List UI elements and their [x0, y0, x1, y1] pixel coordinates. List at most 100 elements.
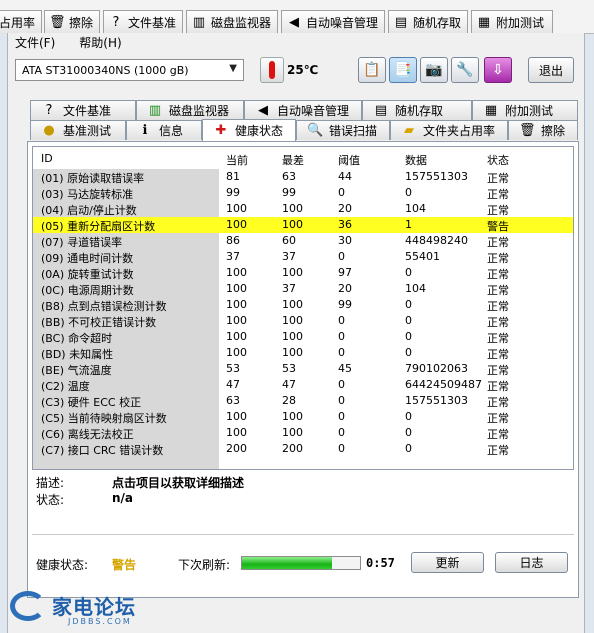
download-button[interactable]: ⇩	[484, 57, 512, 83]
attr-raw-data: 0	[405, 186, 412, 199]
smart-table[interactable]: ID 当前 最差 阈值 数据 状态 (01) 原始读取错误率 81 63 44 1575…	[32, 146, 574, 470]
attr-current: 53	[226, 362, 240, 375]
header-worst[interactable]: 最差	[282, 152, 304, 168]
outer-tab-aam[interactable]: ◀ 自动噪音管理	[281, 10, 385, 34]
exit-button[interactable]: 退出	[528, 57, 574, 83]
table-row[interactable]: (03) 马达旋转标准 99 99 0 0 正常	[33, 185, 573, 201]
outer-tab-label: 随机存取	[413, 16, 462, 30]
table-row[interactable]: (BE) 气流温度 53 53 45 790102063 正常	[33, 361, 573, 377]
clipboard-icon: 📑	[394, 62, 412, 78]
watermark-title: 家电论坛	[52, 595, 136, 619]
outer-tab-label: 占用率	[0, 16, 36, 30]
attr-status: 正常	[487, 444, 509, 457]
copy-button[interactable]: 📋	[358, 57, 386, 83]
thermometer-icon	[260, 57, 284, 83]
attr-name: (BC) 命令超时	[41, 332, 113, 345]
tab-health[interactable]: ✚ 健康状态	[202, 119, 296, 141]
table-row[interactable]: (C7) 接口 CRC 错误计数 200 200 0 0 正常	[33, 441, 573, 457]
table-row[interactable]: (0C) 电源周期计数 100 37 20 104 正常	[33, 281, 573, 297]
header-data[interactable]: 数据	[405, 152, 427, 168]
header-id[interactable]: ID	[41, 152, 53, 165]
tab-disk-monitor[interactable]: ▥ 磁盘监视器	[136, 100, 244, 120]
attr-current: 100	[226, 298, 247, 311]
tab-info[interactable]: ℹ 信息	[126, 120, 202, 140]
attr-worst: 47	[282, 378, 296, 391]
outer-tab-random-access[interactable]: ▤ 随机存取	[388, 10, 468, 34]
outer-tab-label: 附加测试	[496, 16, 545, 30]
table-row[interactable]: (BB) 不可校正错误计数 100 100 0 0 正常	[33, 313, 573, 329]
attr-raw-data: 0	[405, 330, 412, 343]
drive-select[interactable]: ATA ST31000340NS (1000 gB) ▼	[15, 59, 244, 81]
attr-name: (C7) 接口 CRC 错误计数	[41, 444, 164, 457]
attr-threshold: 0	[338, 250, 345, 263]
info-icon: ℹ	[142, 123, 148, 138]
table-row[interactable]: (07) 寻道错误率 86 60 30 448498240 正常	[33, 233, 573, 249]
header-threshold[interactable]: 阈值	[338, 152, 360, 168]
health-cross-icon: ✚	[215, 123, 227, 138]
refresh-progress-bar	[241, 556, 361, 570]
benchmark-icon: ●	[43, 123, 55, 138]
tab-error-scan[interactable]: 🔍 错误扫描	[296, 120, 390, 140]
outer-tab-file-benchmark[interactable]: ? 文件基准	[103, 10, 183, 34]
table-row[interactable]: (09) 通电时间计数 37 37 0 55401 正常	[33, 249, 573, 265]
attr-worst: 100	[282, 314, 303, 327]
description-value: 点击项目以获取详细描述	[112, 476, 245, 490]
header-status[interactable]: 状态	[487, 152, 509, 168]
table-row[interactable]: (05) 重新分配扇区计数 100 100 36 1 警告	[33, 217, 573, 233]
log-button[interactable]: 日志	[495, 552, 568, 573]
attr-worst: 99	[282, 186, 296, 199]
outer-tab-usage[interactable]: 占用率	[0, 10, 42, 34]
tab-file-benchmark[interactable]: ? 文件基准	[30, 100, 136, 120]
table-row[interactable]: (01) 原始读取错误率 81 63 44 157551303 正常	[33, 169, 573, 185]
outer-tab-label: 磁盘监视器	[211, 16, 272, 30]
table-row[interactable]: (C2) 温度 47 47 0 64424509487 正常	[33, 377, 573, 393]
file-benchmark-icon: ?	[112, 15, 120, 30]
description-label: 描述:	[36, 476, 65, 490]
outer-tab-extra-tests[interactable]: ▦ 附加测试	[471, 10, 553, 34]
attr-name: (01) 原始读取错误率	[41, 172, 145, 185]
outer-tab-disk-monitor[interactable]: ▥ 磁盘监视器	[186, 10, 278, 34]
menu-file[interactable]: 文件(F)	[15, 34, 55, 51]
attr-status: 正常	[487, 316, 509, 329]
outer-tab-erase[interactable]: 🗑 擦除	[44, 10, 100, 34]
attr-name: (04) 启动/停止计数	[41, 204, 137, 217]
attr-name: (BD) 未知属性	[41, 348, 114, 361]
attr-name: (C3) 硬件 ECC 校正	[41, 396, 142, 409]
attr-threshold: 20	[338, 202, 352, 215]
attr-worst: 37	[282, 282, 296, 295]
attr-worst: 37	[282, 250, 296, 263]
attr-threshold: 0	[338, 426, 345, 439]
table-row[interactable]: (04) 启动/停止计数 100 100 20 104 正常	[33, 201, 573, 217]
attr-current: 37	[226, 250, 240, 263]
options-button[interactable]: 🔧	[451, 57, 479, 83]
tab-row-top: ? 文件基准 ▥ 磁盘监视器 ◀ 自动噪音管理 ▤ 随机存取 ▦ 附加测试	[30, 100, 578, 120]
table-row[interactable]: (B8) 点到点错误检测计数 100 100 99 0 正常	[33, 297, 573, 313]
table-row[interactable]: (C3) 硬件 ECC 校正 63 28 0 157551303 正常	[33, 393, 573, 409]
outer-tab-label: 擦除	[69, 16, 94, 30]
table-row[interactable]: (BC) 命令超时 100 100 0 0 正常	[33, 329, 573, 345]
update-button[interactable]: 更新	[411, 552, 484, 573]
attr-current: 99	[226, 186, 240, 199]
copy-info-button[interactable]: 📑	[389, 57, 417, 83]
table-row[interactable]: (C5) 当前待映射扇区计数 100 100 0 0 正常	[33, 409, 573, 425]
tab-label: 随机存取	[395, 104, 444, 118]
tab-benchmark[interactable]: ● 基准测试	[30, 120, 126, 140]
screenshot-button[interactable]: 📷	[420, 57, 448, 83]
wrench-icon: 🔧	[456, 62, 474, 78]
table-row[interactable]: (BD) 未知属性 100 100 0 0 正常	[33, 345, 573, 361]
attr-status: 正常	[487, 412, 509, 425]
tab-random-access[interactable]: ▤ 随机存取	[362, 100, 472, 120]
refresh-progress-fill	[242, 557, 332, 569]
attr-threshold: 0	[338, 410, 345, 423]
menu-help[interactable]: 帮助(H)	[79, 34, 121, 51]
attr-raw-data: 0	[405, 298, 412, 311]
table-row[interactable]: (0A) 旋转重试计数 100 100 97 0 正常	[33, 265, 573, 281]
attr-status: 正常	[487, 284, 509, 297]
tab-aam[interactable]: ◀ 自动噪音管理	[244, 100, 362, 120]
header-current[interactable]: 当前	[226, 152, 248, 168]
table-row[interactable]: (C6) 离线无法校正 100 100 0 0 正常	[33, 425, 573, 441]
tab-erase[interactable]: 🗑 擦除	[508, 120, 578, 140]
tab-folder-usage[interactable]: ▰ 文件夹占用率	[390, 120, 508, 140]
tab-extra-tests[interactable]: ▦ 附加测试	[472, 100, 578, 120]
update-button-label: 更新	[435, 556, 460, 570]
